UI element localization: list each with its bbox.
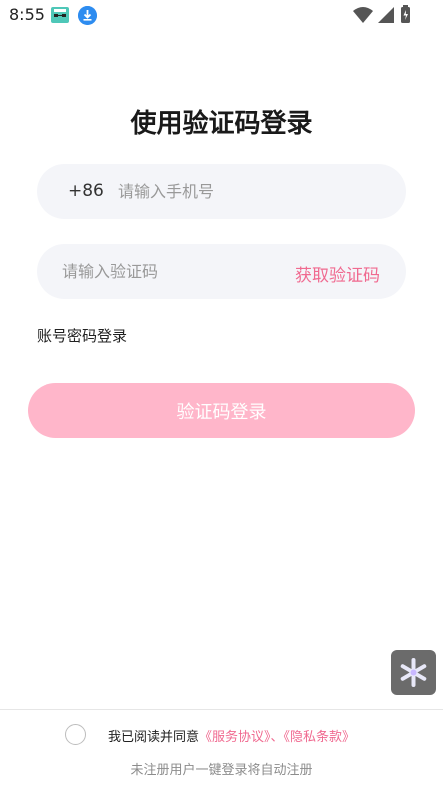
status-bar: 8:55 <box>0 0 443 30</box>
agree-checkbox[interactable] <box>65 724 86 745</box>
login-screen: 8:55 使用验证码登录 +86 获取验证码 账号密 <box>0 0 443 788</box>
page-title: 使用验证码登录 <box>130 109 313 139</box>
status-time: 8:55 <box>9 5 45 24</box>
footer-divider <box>0 709 443 710</box>
country-code[interactable]: +86 <box>68 181 104 201</box>
agreement-text: 我已阅读并同意《服务协议》、《隐私条款》 <box>108 726 355 745</box>
phone-input[interactable] <box>118 164 388 219</box>
status-indicators <box>353 5 410 23</box>
wifi-icon <box>353 7 373 23</box>
download-icon <box>78 6 97 25</box>
agreement-prefix: 我已阅读并同意 <box>108 730 200 745</box>
service-agreement-link[interactable]: 《服务协议》 <box>199 730 271 745</box>
code-field: 获取验证码 <box>37 244 406 299</box>
phone-field: +86 <box>37 164 406 219</box>
login-button[interactable]: 验证码登录 <box>28 383 415 438</box>
app-notification-icon <box>51 7 69 23</box>
floating-assistant-button[interactable] <box>391 650 436 695</box>
snowflake-icon <box>400 658 427 687</box>
get-code-button[interactable]: 获取验证码 <box>295 261 380 286</box>
agreement-separator: 、 <box>270 730 284 745</box>
signal-icon <box>378 7 394 23</box>
auto-register-note: 未注册用户一键登录将自动注册 <box>130 763 313 778</box>
code-input[interactable] <box>62 244 282 299</box>
password-login-link[interactable]: 账号密码登录 <box>37 325 127 346</box>
privacy-policy-link[interactable]: 《隐私条款》 <box>284 730 356 745</box>
